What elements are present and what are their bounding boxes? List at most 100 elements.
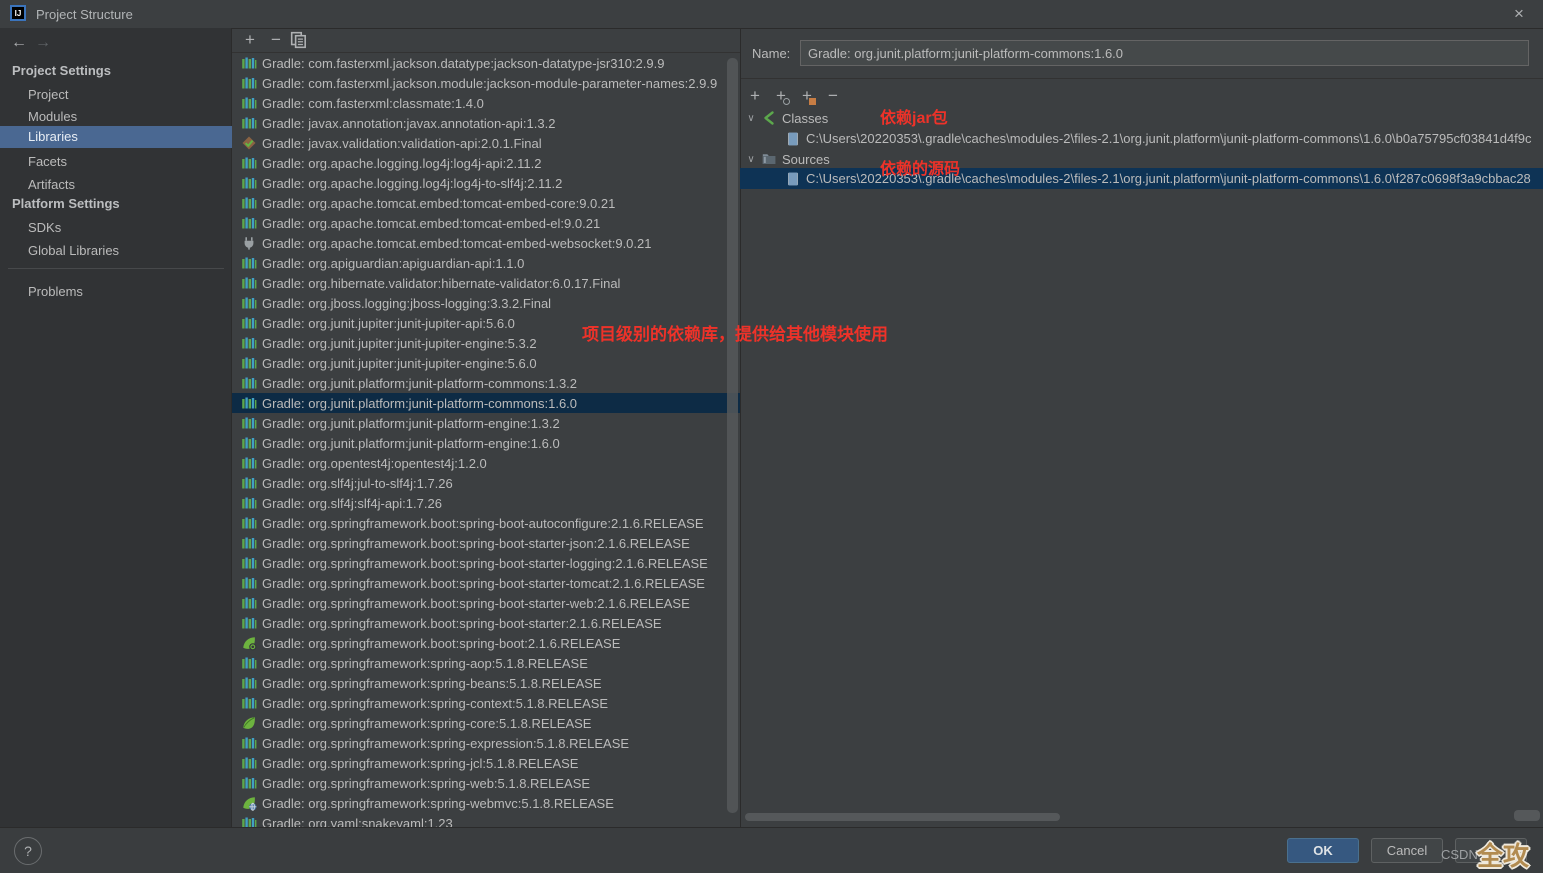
- library-list-item[interactable]: Gradle: com.fasterxml.jackson.datatype:j…: [232, 53, 740, 73]
- library-list-item[interactable]: Gradle: org.springframework.boot:spring-…: [232, 613, 740, 633]
- library-icon: [241, 435, 257, 451]
- library-list-item[interactable]: Gradle: org.junit.platform:junit-platfor…: [232, 393, 740, 413]
- library-icon: [241, 75, 257, 91]
- library-icon: [241, 815, 257, 827]
- library-list-item[interactable]: Gradle: org.springframework:spring-web:5…: [232, 773, 740, 793]
- library-item-label: Gradle: org.yaml:snakeyaml:1.23: [262, 816, 453, 828]
- library-list-item[interactable]: Gradle: org.springframework.boot:spring-…: [232, 593, 740, 613]
- library-list-item[interactable]: Gradle: com.fasterxml.jackson.module:jac…: [232, 73, 740, 93]
- library-list-item[interactable]: Gradle: org.jboss.logging:jboss-logging:…: [232, 293, 740, 313]
- library-item-label: Gradle: org.apache.tomcat.embed:tomcat-e…: [262, 196, 615, 211]
- library-icon: [241, 615, 257, 631]
- library-list-item[interactable]: Gradle: org.hibernate.validator:hibernat…: [232, 273, 740, 293]
- vertical-scrollbar[interactable]: [727, 58, 738, 813]
- library-icon: [241, 515, 257, 531]
- sidebar-item-modules[interactable]: Modules: [0, 106, 232, 128]
- scrollbar-thumb[interactable]: [1514, 810, 1540, 821]
- library-item-label: Gradle: org.springframework.boot:spring-…: [262, 596, 690, 611]
- library-list-item[interactable]: Gradle: com.fasterxml:classmate:1.4.0: [232, 93, 740, 113]
- library-item-label: Gradle: org.apache.tomcat.embed:tomcat-e…: [262, 236, 652, 251]
- library-icon: [241, 175, 257, 191]
- chevron-down-icon[interactable]: ∨: [744, 154, 758, 165]
- library-list-item[interactable]: Gradle: org.yaml:snakeyaml:1.23: [232, 813, 740, 827]
- library-item-label: Gradle: org.springframework:spring-expre…: [262, 736, 629, 751]
- library-list-item[interactable]: Gradle: org.apiguardian:apiguardian-api:…: [232, 253, 740, 273]
- library-list-item[interactable]: Gradle: org.springframework:spring-jcl:5…: [232, 753, 740, 773]
- library-list-item[interactable]: Gradle: org.springframework:spring-webmv…: [232, 793, 740, 813]
- library-list-item[interactable]: Gradle: org.springframework.boot:spring-…: [232, 553, 740, 573]
- project-settings-header: Project Settings: [12, 63, 111, 78]
- library-list-item[interactable]: Gradle: org.slf4j:jul-to-slf4j:1.7.26: [232, 473, 740, 493]
- library-icon: [241, 215, 257, 231]
- library-list-item[interactable]: Gradle: org.apache.logging.log4j:log4j-a…: [232, 153, 740, 173]
- library-list-item[interactable]: Gradle: javax.validation:validation-api:…: [232, 133, 740, 153]
- library-list-item[interactable]: Gradle: org.springframework:spring-aop:5…: [232, 653, 740, 673]
- library-item-label: Gradle: org.apache.logging.log4j:log4j-a…: [262, 156, 541, 171]
- library-list-item[interactable]: Gradle: org.apache.tomcat.embed:tomcat-e…: [232, 213, 740, 233]
- remove-library-icon[interactable]: −: [266, 30, 286, 50]
- library-icon: [241, 115, 257, 131]
- library-list-item[interactable]: Gradle: org.springframework.boot:spring-…: [232, 633, 740, 653]
- plug-icon: [241, 235, 257, 251]
- library-item-label: Gradle: com.fasterxml:classmate:1.4.0: [262, 96, 484, 111]
- back-arrow-icon[interactable]: ←: [8, 32, 30, 54]
- library-list-item[interactable]: Gradle: org.junit.jupiter:junit-jupiter-…: [232, 353, 740, 373]
- library-list-toolbar: + −: [232, 28, 740, 53]
- add-attachment-icon[interactable]: +: [744, 86, 766, 106]
- name-input[interactable]: [800, 40, 1529, 66]
- dialog-title: Project Structure: [36, 7, 133, 22]
- library-icon: [241, 295, 257, 311]
- sidebar-item-sdks[interactable]: SDKs: [0, 217, 232, 239]
- library-list-item[interactable]: Gradle: org.springframework.boot:spring-…: [232, 573, 740, 593]
- sidebar-item-artifacts[interactable]: Artifacts: [0, 174, 232, 196]
- chevron-down-icon[interactable]: ∨: [744, 113, 758, 124]
- library-icon: [241, 775, 257, 791]
- classes-path-row[interactable]: C:\Users\20220353\.gradle\caches\modules…: [740, 128, 1543, 149]
- remove-attachment-icon[interactable]: −: [822, 86, 844, 106]
- spring-boot-icon: [241, 635, 257, 651]
- watermark-prefix: CSDN: [1441, 847, 1478, 862]
- add-jar-directory-icon[interactable]: +: [796, 86, 818, 106]
- library-list-item[interactable]: Gradle: org.springframework:spring-conte…: [232, 693, 740, 713]
- cancel-button[interactable]: Cancel: [1371, 838, 1443, 863]
- library-list-item[interactable]: Gradle: org.springframework.boot:spring-…: [232, 513, 740, 533]
- sidebar-item-problems[interactable]: Problems: [0, 281, 232, 303]
- library-list-item[interactable]: Gradle: org.slf4j:slf4j-api:1.7.26: [232, 493, 740, 513]
- forward-arrow-icon: →: [32, 32, 54, 54]
- sidebar-item-global-libraries[interactable]: Global Libraries: [0, 240, 232, 262]
- library-list-item[interactable]: Gradle: org.junit.platform:junit-platfor…: [232, 413, 740, 433]
- sources-path-row[interactable]: C:\Users\20220353\.gradle\caches\modules…: [740, 168, 1543, 189]
- library-item-label: Gradle: org.springframework:spring-conte…: [262, 696, 608, 711]
- add-from-url-icon[interactable]: +: [770, 86, 792, 106]
- copy-icon[interactable]: [290, 31, 308, 49]
- library-item-label: Gradle: org.junit.jupiter:junit-jupiter-…: [262, 316, 515, 331]
- sidebar-item-facets[interactable]: Facets: [0, 151, 232, 173]
- library-list-item[interactable]: Gradle: org.junit.platform:junit-platfor…: [232, 373, 740, 393]
- classes-node[interactable]: ∨ Classes: [744, 108, 828, 128]
- library-list-item[interactable]: Gradle: javax.annotation:javax.annotatio…: [232, 113, 740, 133]
- horizontal-scrollbar[interactable]: [745, 813, 1060, 821]
- library-list-item[interactable]: Gradle: org.springframework:spring-core:…: [232, 713, 740, 733]
- library-list-item[interactable]: Gradle: org.springframework:spring-expre…: [232, 733, 740, 753]
- sidebar-item-project[interactable]: Project: [0, 84, 232, 106]
- title-bar: IJ Project Structure ×: [0, 0, 1543, 29]
- ok-button[interactable]: OK: [1287, 838, 1359, 863]
- library-item-label: Gradle: org.apache.logging.log4j:log4j-t…: [262, 176, 562, 191]
- library-list-item[interactable]: Gradle: org.opentest4j:opentest4j:1.2.0: [232, 453, 740, 473]
- library-list-item[interactable]: Gradle: org.springframework:spring-beans…: [232, 673, 740, 693]
- library-item-label: Gradle: org.springframework:spring-web:5…: [262, 776, 590, 791]
- library-list-item[interactable]: Gradle: org.springframework.boot:spring-…: [232, 533, 740, 553]
- sources-node[interactable]: ∨ Sources: [744, 149, 830, 169]
- platform-settings-header: Platform Settings: [12, 196, 120, 211]
- add-library-icon[interactable]: +: [240, 30, 260, 50]
- library-icon: [241, 375, 257, 391]
- help-icon[interactable]: ?: [14, 837, 42, 865]
- library-icon: [241, 595, 257, 611]
- sidebar-item-libraries[interactable]: Libraries: [0, 126, 232, 148]
- close-icon[interactable]: ×: [1504, 2, 1534, 26]
- annotation-library-list: 项目级别的依赖库，提供给其他模块使用: [582, 320, 888, 345]
- library-list-item[interactable]: Gradle: org.apache.tomcat.embed:tomcat-e…: [232, 233, 740, 253]
- library-list-item[interactable]: Gradle: org.apache.logging.log4j:log4j-t…: [232, 173, 740, 193]
- library-list-item[interactable]: Gradle: org.apache.tomcat.embed:tomcat-e…: [232, 193, 740, 213]
- library-list-item[interactable]: Gradle: org.junit.platform:junit-platfor…: [232, 433, 740, 453]
